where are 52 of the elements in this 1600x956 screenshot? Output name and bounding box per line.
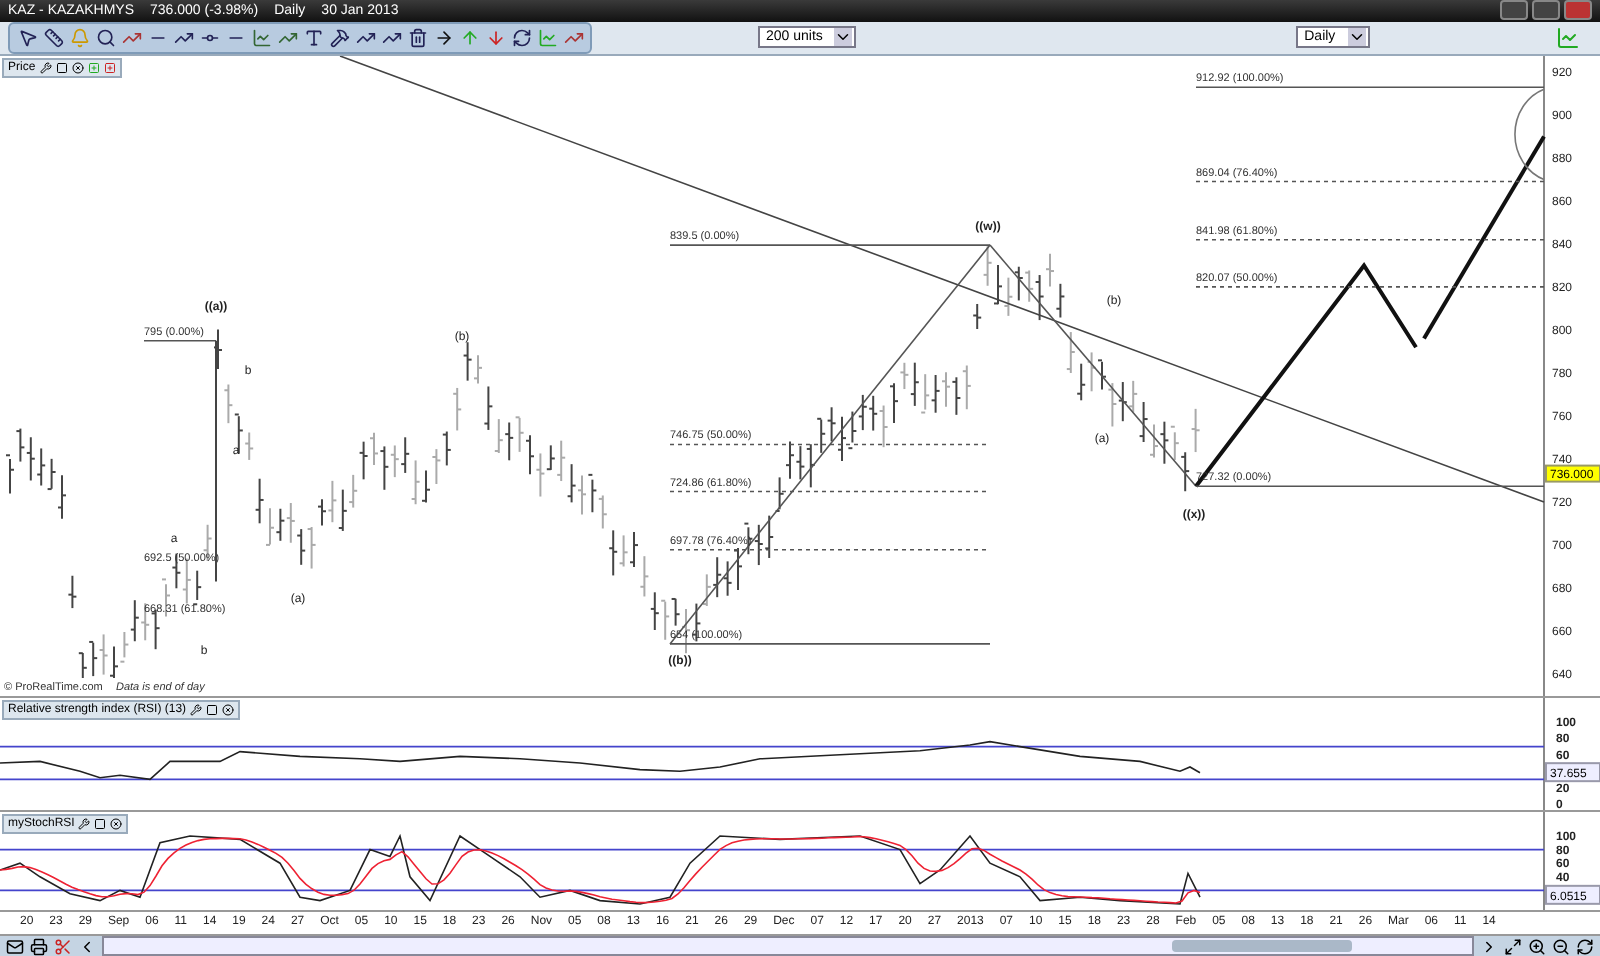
- refresh-icon: [511, 27, 531, 48]
- scissors-icon[interactable]: [54, 937, 72, 955]
- text-icon: [303, 27, 323, 48]
- chart-icon: [1556, 25, 1581, 50]
- arrow-down-icon: [485, 27, 505, 48]
- hammer-icon: [329, 27, 349, 48]
- wrench-icon: [78, 817, 91, 830]
- scroll-right-icon[interactable]: [1480, 937, 1498, 955]
- close-icon: [222, 703, 235, 716]
- ruler-icon-button[interactable]: [42, 25, 64, 50]
- chart-icon-button[interactable]: [250, 25, 272, 50]
- chart-icon: [251, 27, 271, 48]
- ruler-icon: [43, 27, 63, 48]
- bell-icon: [69, 27, 89, 48]
- plus-icon: [87, 61, 100, 74]
- fit-icon[interactable]: [1504, 937, 1522, 955]
- caret-icon: [834, 28, 853, 47]
- zoom-in-icon[interactable]: [1528, 937, 1546, 955]
- pointer-icon-button[interactable]: [16, 25, 38, 50]
- window-icon: [206, 703, 219, 716]
- arrow-right-icon-button[interactable]: [432, 25, 454, 50]
- close-button[interactable]: [1564, 0, 1592, 21]
- search-icon-button[interactable]: [94, 25, 116, 50]
- wrench-icon: [39, 61, 52, 74]
- minimize-button[interactable]: [1500, 0, 1528, 21]
- arrow-up-icon: [459, 27, 479, 48]
- mail-icon[interactable]: [6, 937, 24, 955]
- chart-icon: [537, 27, 557, 48]
- pointer-icon: [17, 27, 37, 48]
- printer-icon[interactable]: [30, 937, 48, 955]
- refresh-icon[interactable]: [1576, 937, 1594, 955]
- close-icon: [71, 61, 84, 74]
- circle-arc-drawing: [1514, 87, 1545, 180]
- refresh-icon-button[interactable]: [510, 25, 532, 50]
- zoom-out-icon[interactable]: [1552, 937, 1570, 955]
- window-icon: [94, 817, 107, 830]
- level-line: [143, 338, 217, 341]
- hammer-icon-button[interactable]: [328, 25, 350, 50]
- trend-line-icon: [121, 27, 141, 48]
- plus-icon: [103, 61, 116, 74]
- arrow-right-icon: [433, 27, 453, 48]
- window-icon: [55, 61, 68, 74]
- search-icon: [95, 27, 115, 48]
- maximize-button[interactable]: [1532, 0, 1560, 21]
- trash-icon-button[interactable]: [406, 25, 428, 50]
- trash-icon: [407, 27, 427, 48]
- scrollbar-thumb[interactable]: [1172, 940, 1352, 952]
- scroll-left-icon[interactable]: [78, 937, 96, 955]
- wrench-icon: [190, 703, 203, 716]
- caret-icon: [1347, 28, 1366, 47]
- text-icon-button[interactable]: [302, 25, 324, 50]
- close-icon: [110, 817, 123, 830]
